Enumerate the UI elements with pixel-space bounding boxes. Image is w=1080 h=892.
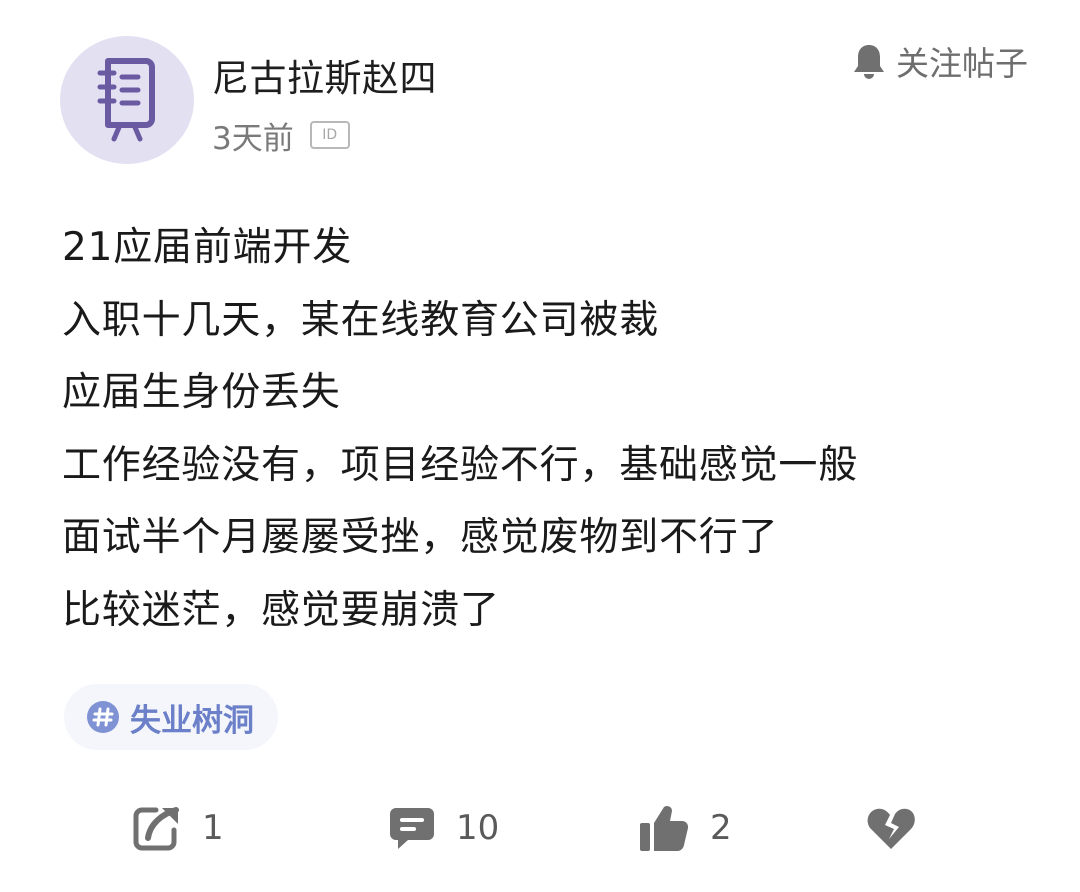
like-button[interactable]: 2 — [638, 798, 732, 858]
author-name[interactable]: 尼古拉斯赵四 — [212, 48, 437, 102]
follow-post-label: 关注帖子 — [896, 44, 1028, 83]
comment-count: 10 — [456, 808, 500, 848]
topic-tag[interactable]: 失业树洞 — [64, 684, 278, 750]
share-count: 1 — [202, 808, 224, 848]
post-line: 入职十几天，某在线教育公司被裁 — [62, 297, 660, 343]
thumbs-up-icon — [640, 806, 689, 852]
avatar[interactable] — [60, 36, 194, 164]
post-line: 比较迷茫，感觉要崩溃了 — [62, 587, 500, 633]
comment-icon — [390, 808, 434, 849]
notebook-icon — [97, 58, 155, 142]
post-line: 工作经验没有，项目经验不行，基础感觉一般 — [62, 442, 859, 488]
hashtag-icon — [87, 701, 119, 733]
share-icon — [133, 807, 179, 851]
bell-icon — [854, 45, 884, 79]
post-line: 面试半个月屡屡受挫，感觉废物到不行了 — [62, 515, 779, 560]
post-time: 3天前 — [212, 120, 294, 157]
post-line: 21应届前端开发 — [62, 225, 353, 270]
post-body: 21应届前端开发 入职十几天，某在线教育公司被裁 应届生身份丢失 工作经验没有，… — [62, 212, 1042, 647]
post-line: 应届生身份丢失 — [62, 370, 341, 415]
broken-heart-icon — [867, 808, 915, 849]
post-meta: 3天前 ID — [212, 114, 350, 157]
comment-button[interactable]: 10 — [388, 798, 499, 858]
follow-post-button[interactable]: 关注帖子 — [852, 38, 1028, 84]
topic-tag-label: 失业树洞 — [130, 702, 254, 739]
dislike-button[interactable] — [866, 798, 916, 858]
share-button[interactable]: 1 — [132, 798, 224, 858]
like-count: 2 — [710, 808, 732, 848]
id-badge: ID — [309, 121, 350, 149]
